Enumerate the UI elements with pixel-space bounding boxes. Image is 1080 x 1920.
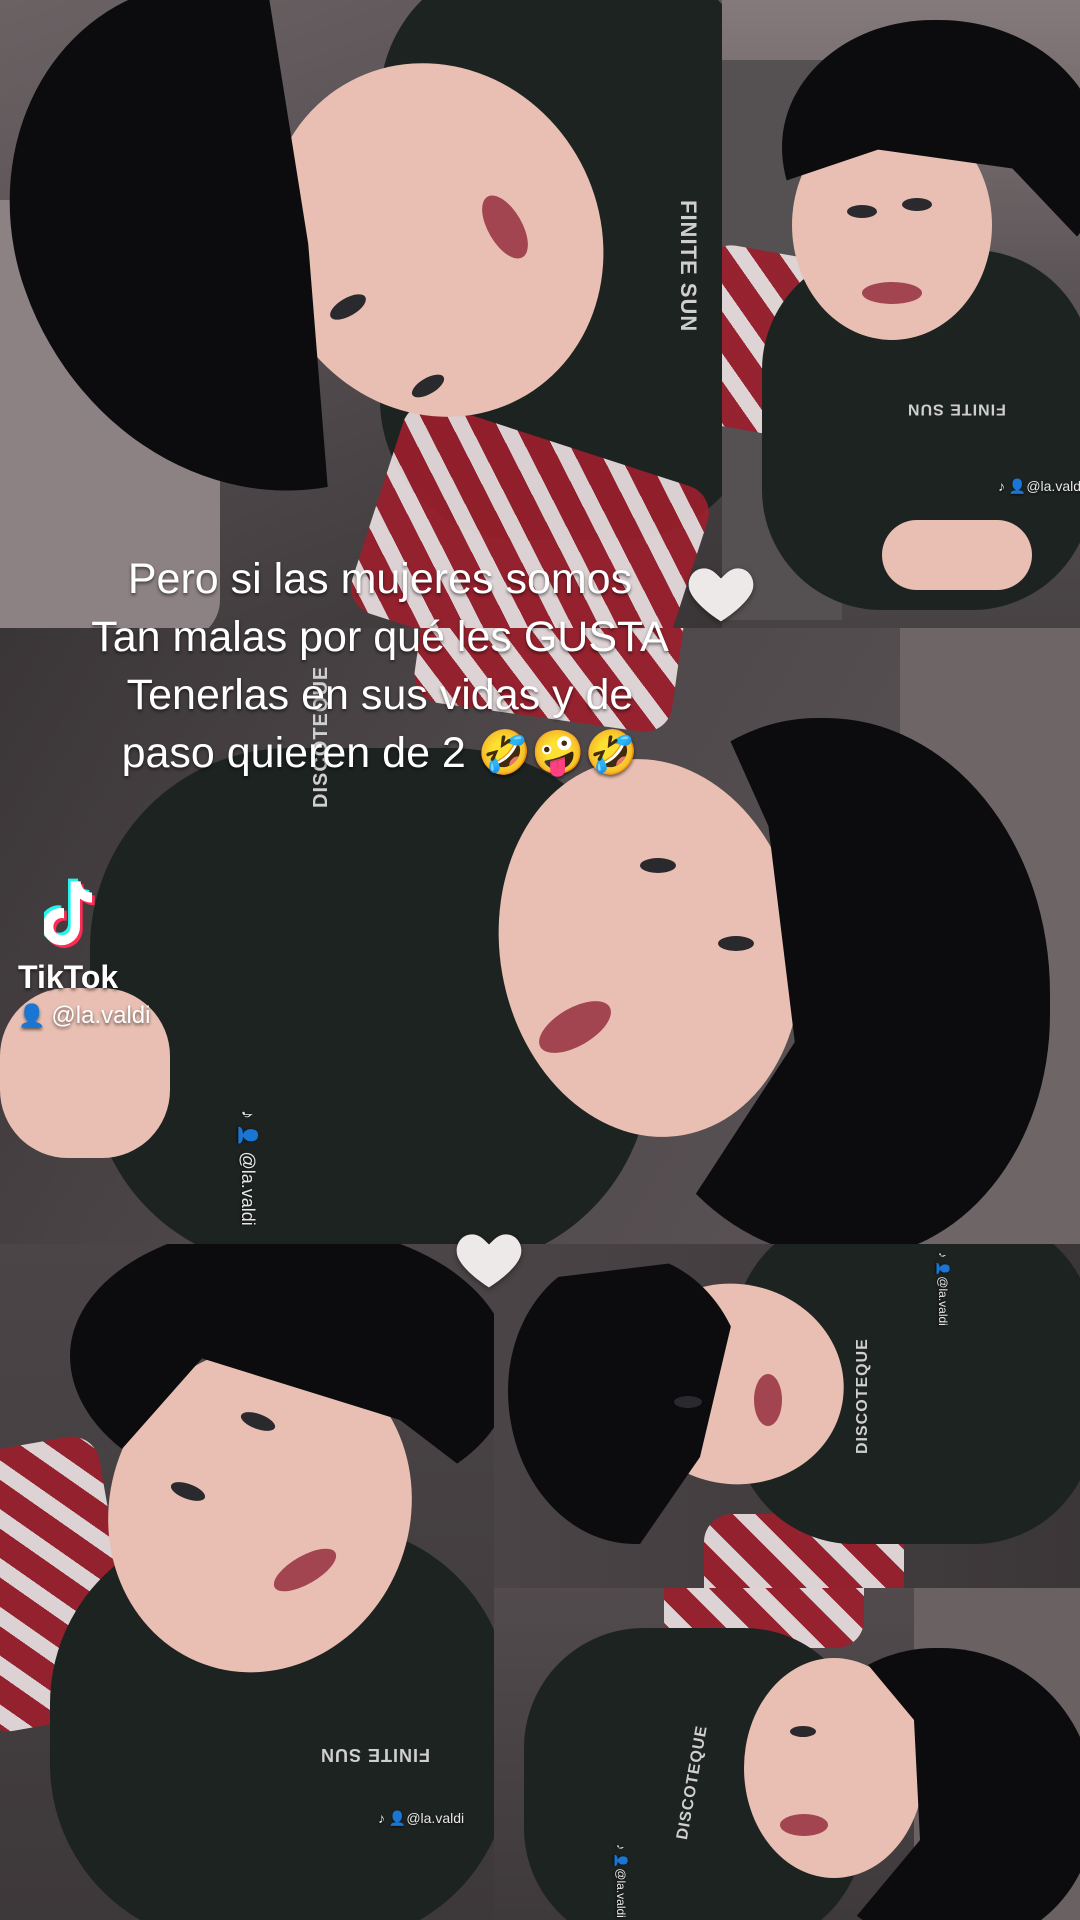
tiktok-mini-icon: ♪ — [936, 1252, 950, 1258]
tiktok-mini-icon: ♪ — [378, 1810, 385, 1826]
caption-line: Pero si las mujeres somos — [127, 555, 633, 603]
tiktok-watermark: TikTok 👤 @la.valdi — [18, 878, 178, 1030]
watermark-username: ♪ 👤@la.valdi — [936, 1252, 950, 1326]
photo-panel-bottom-right-lower: DISCOTEQUE ♪ 👤@la.valdi — [494, 1588, 1080, 1920]
person-mini-icon: 👤 — [936, 1261, 950, 1277]
caption-line: Tenerlas en sus vidas y de — [126, 671, 634, 719]
video-caption: Pero si las mujeres somos Tan malas por … — [0, 550, 760, 782]
person-mini-icon: 👤 — [388, 1810, 407, 1826]
tiktok-logo-icon — [40, 878, 95, 948]
tiktok-mini-icon: ♪ — [998, 478, 1005, 494]
photo-panel-top-left: FINITE SUN — [0, 0, 722, 628]
tiktok-username: 👤 @la.valdi — [18, 1002, 151, 1029]
watermark-username: ♪ 👤@la.valdi — [998, 478, 1080, 494]
watermark-username: ♪ 👤@la.valdi — [614, 1844, 628, 1918]
tiktok-mini-icon: ♪ — [238, 1110, 258, 1119]
video-frame: FINITE SUN FINITE SUN ♪ 👤@la.valdi DISCO… — [0, 0, 1080, 1920]
person-mini-icon: 👤 — [1008, 478, 1027, 494]
shirt-print-text: FINITE SUN — [907, 400, 1006, 418]
caption-line: paso quieren de 2 🤣🤪🤣 — [121, 729, 639, 777]
tiktok-brand-label: TikTok — [18, 959, 119, 995]
person-mini-icon: 👤 — [614, 1853, 628, 1869]
tiktok-mini-icon: ♪ — [614, 1844, 628, 1850]
caption-line: Tan malas por qué les GUSTA — [91, 613, 669, 661]
photo-panel-bottom-right-upper: DISCOTEQUE ♪ 👤@la.valdi — [494, 1244, 1080, 1588]
watermark-username: ♪ 👤 @la.valdi — [238, 1110, 258, 1226]
white-heart-icon — [456, 1234, 522, 1288]
shirt-print-text: DISCOTEQUE — [854, 1338, 871, 1454]
photo-panel-bottom-left: FINITE SUN ♪ 👤@la.valdi — [0, 1244, 494, 1920]
person-mini-icon: 👤 — [238, 1124, 258, 1147]
watermark-username: ♪ 👤@la.valdi — [378, 1810, 465, 1826]
shirt-print-text: FINITE SUN — [676, 200, 701, 333]
photo-panel-top-right: FINITE SUN ♪ 👤@la.valdi — [722, 0, 1080, 628]
shirt-print-text: FINITE SUN — [320, 1744, 431, 1765]
person-icon: 👤 — [18, 1003, 46, 1028]
